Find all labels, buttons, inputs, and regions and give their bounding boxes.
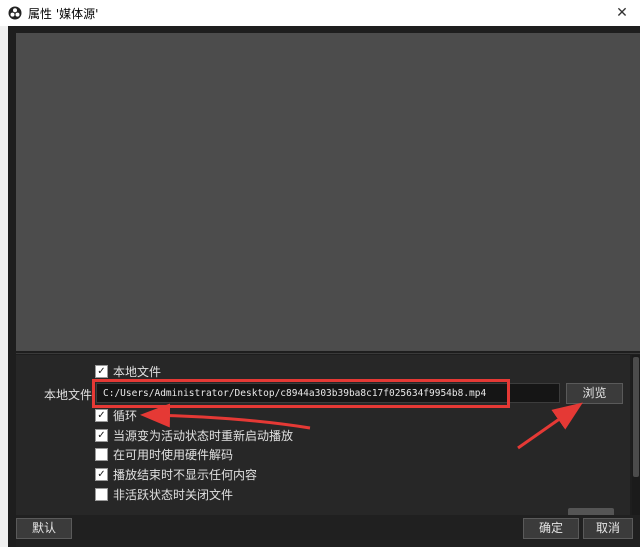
ok-button[interactable]: 确定 xyxy=(523,518,579,539)
annotation-arrow-browse xyxy=(517,402,583,450)
annotation-arrow-loop xyxy=(140,403,311,430)
annotation-arrows xyxy=(140,402,583,450)
cancel-button[interactable]: 取消 xyxy=(583,518,633,539)
default-button[interactable]: 默认 xyxy=(16,518,72,539)
